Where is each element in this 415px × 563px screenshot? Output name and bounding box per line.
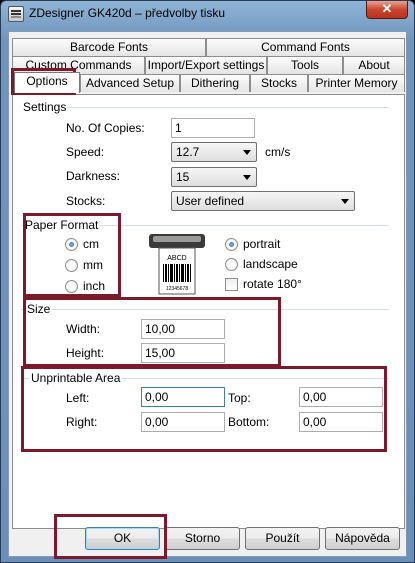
label-printer-icon: ABCD 12345678 [149,234,205,295]
close-button[interactable]: ✕ [366,1,408,19]
tab-advanced-setup[interactable]: Advanced Setup [80,74,180,92]
unprintable-group-title: Unprintable Area [29,371,123,385]
radio-dot [65,238,78,251]
window-title: ZDesigner GK420d – předvolby tisku [29,6,226,20]
help-button[interactable]: Nápověda [325,527,400,550]
checkbox-box [225,278,238,291]
speed-select-value: 12.7 [176,145,200,159]
right-input[interactable]: 0,00 [141,412,225,432]
darkness-label: Darkness: [66,169,121,183]
apply-button[interactable]: Použít [245,527,320,550]
tab-tools[interactable]: Tools [267,56,343,74]
ok-button[interactable]: OK [85,527,160,550]
tab-options[interactable]: Options [14,72,80,93]
stocks-label: Stocks: [66,194,106,208]
tab-row-3: Options Advanced Setup Dithering Stocks … [12,72,405,93]
speed-unit: cm/s [265,145,291,159]
tab-command-fonts[interactable]: Command Fonts [206,38,405,56]
options-panel: Settings No. Of Copies: 1 Speed: 12.7 cm… [12,94,405,529]
height-label: Height: [66,346,105,360]
height-input[interactable]: 15,00 [141,343,225,363]
chevron-down-icon [243,175,251,180]
settings-group-title: Settings [21,100,69,114]
radio-dot [225,258,238,271]
unit-inch-label: inch [83,279,106,293]
chevron-down-icon [243,150,251,155]
rotate-180-label: rotate 180° [243,277,302,291]
copies-label: No. Of Copies: [66,121,145,135]
tab-dithering[interactable]: Dithering [180,74,250,92]
label-icon-number: 12345678 [166,286,188,292]
size-group-line [21,309,389,310]
right-label: Right: [66,415,98,429]
stocks-select-value: User defined [176,194,245,208]
left-input[interactable]: 0,00 [141,387,225,407]
speed-label: Speed: [66,145,105,159]
landscape-label: landscape [243,257,298,271]
cancel-button[interactable]: Storno [165,527,240,550]
darkness-select[interactable]: 15 [171,167,257,187]
speed-select[interactable]: 12.7 [171,142,257,162]
settings-group-line [21,107,389,108]
darkness-select-value: 15 [176,170,190,184]
unit-mm-label: mm [83,258,103,272]
tab-row-1: Barcode Fonts Command Fonts [12,38,405,56]
tab-import-export-settings[interactable]: Import/Export settings [145,56,267,74]
stocks-select[interactable]: User defined [171,191,355,211]
title-bar[interactable]: ZDesigner GK420d – předvolby tisku ✕ [1,1,414,27]
bottom-input[interactable]: 0,00 [299,412,383,432]
radio-dot [65,280,78,293]
top-label: Top: [228,391,251,405]
paper-format-group-title: Paper Format [23,218,101,232]
radio-dot [65,259,78,272]
copies-input[interactable]: 1 [171,118,255,138]
top-input[interactable]: 0,00 [299,387,383,407]
unit-cm-label: cm [83,237,99,251]
tab-stocks[interactable]: Stocks [250,74,308,92]
size-group-title: Size [25,302,53,316]
tab-barcode-fonts[interactable]: Barcode Fonts [12,38,206,56]
chevron-down-icon [341,199,349,204]
tab-printer-memory[interactable]: Printer Memory [308,74,405,92]
printer-app-icon [8,6,24,22]
radio-dot [225,238,238,251]
tab-about[interactable]: About [343,56,405,74]
width-label: Width: [66,322,101,336]
dialog-window: ZDesigner GK420d – předvolby tisku ✕ Bar… [0,0,415,563]
left-label: Left: [66,391,90,405]
label-icon-text: ABCD [167,255,186,262]
portrait-label: portrait [243,237,281,251]
width-input[interactable]: 10,00 [141,319,225,339]
bottom-label: Bottom: [228,415,270,429]
dialog-client-area: Barcode Fonts Command Fonts Custom Comma… [8,31,407,557]
